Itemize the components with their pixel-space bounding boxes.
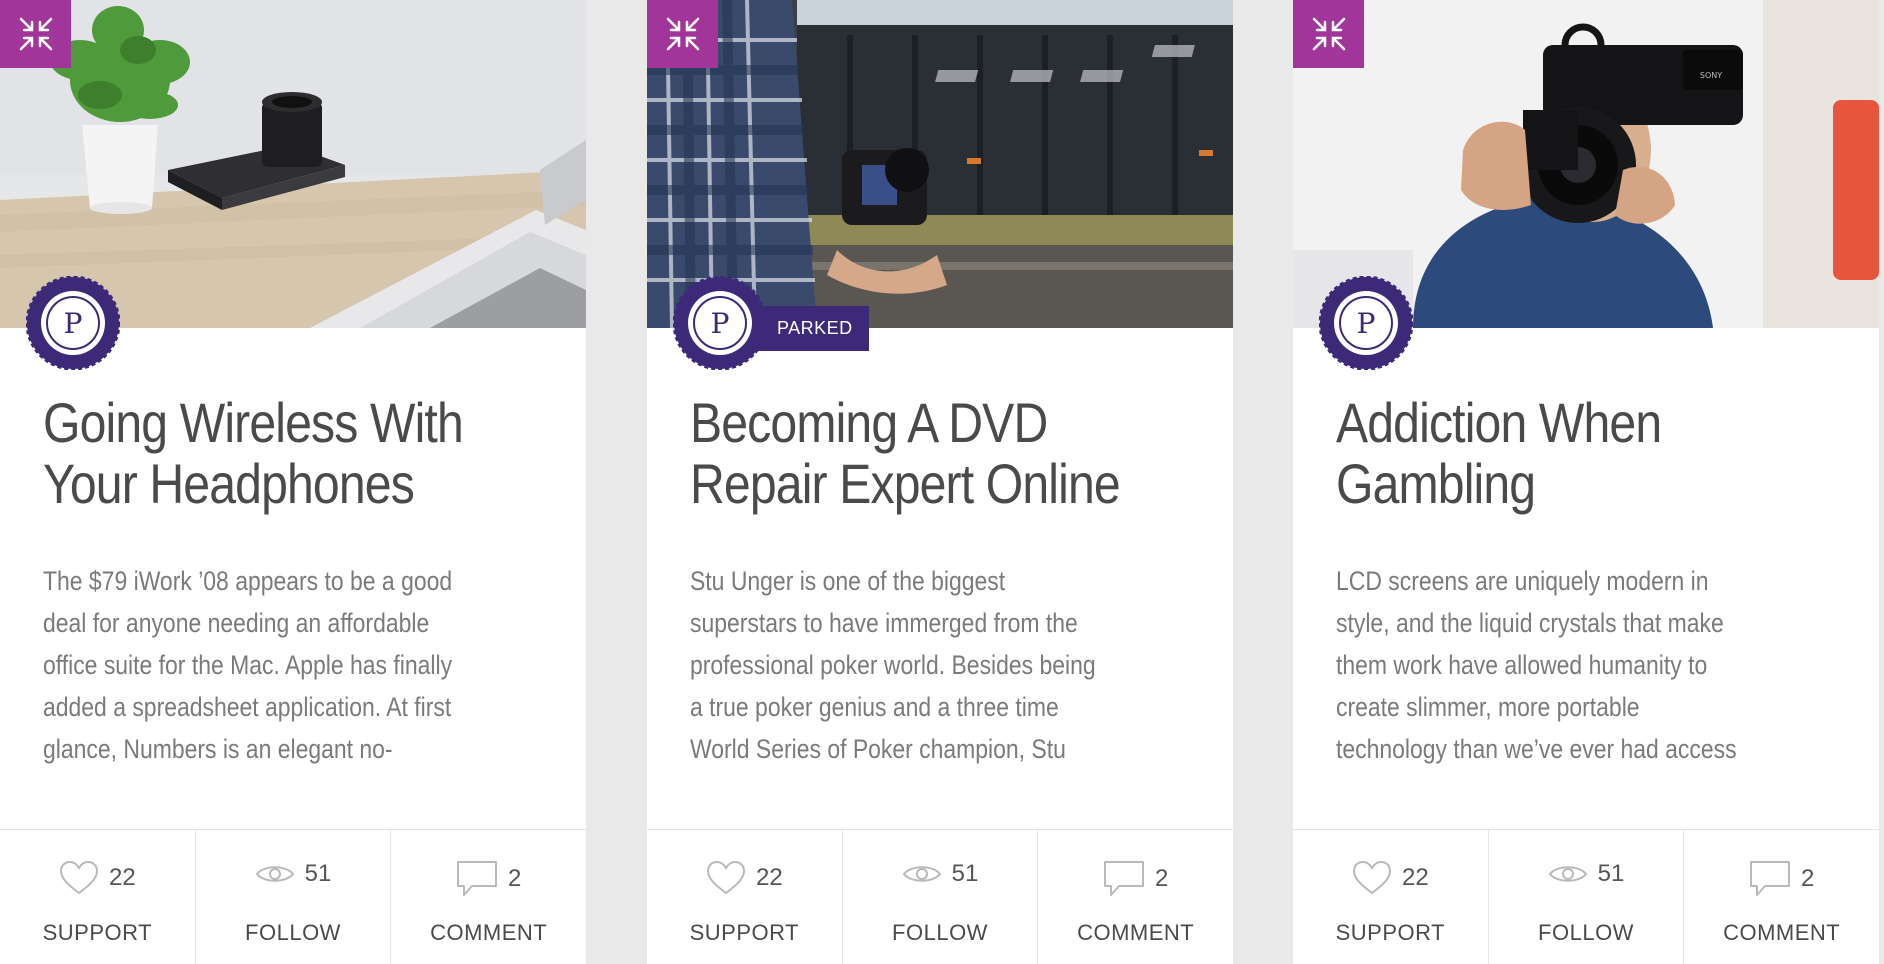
follow-button[interactable]: 51 FOLLOW [1487, 830, 1684, 964]
comment-count: 2 [508, 865, 522, 892]
post-actions: 22 SUPPORT 51 FOLLOW 2 COMMENT [1293, 829, 1879, 964]
support-count: 22 [755, 864, 783, 891]
post-title[interactable]: Addiction When Gambling [1336, 392, 1783, 514]
comment-label: COMMENT [430, 920, 548, 945]
collapse-button[interactable] [1293, 0, 1364, 68]
follow-button[interactable]: 51 FOLLOW [194, 830, 391, 964]
post-card: PARKED P Becoming A DVD Repair Expert On… [647, 0, 1233, 964]
collapse-icon [1312, 17, 1345, 51]
heart-icon [706, 860, 745, 895]
svg-text:P: P [64, 307, 83, 340]
seal-icon: P [1318, 275, 1414, 371]
svg-text:P: P [1357, 307, 1376, 340]
support-button[interactable]: 22 SUPPORT [0, 830, 195, 964]
seal-icon: P [25, 275, 121, 371]
follow-count: 51 [304, 860, 332, 887]
heart-icon [59, 860, 98, 895]
heart-icon [1352, 860, 1391, 895]
support-button[interactable]: 22 SUPPORT [647, 830, 842, 964]
collapse-button[interactable] [0, 0, 71, 68]
comment-label: COMMENT [1723, 920, 1841, 945]
comment-icon [1750, 861, 1790, 896]
comment-count: 2 [1155, 865, 1169, 892]
collapse-button[interactable] [647, 0, 718, 68]
follow-label: FOLLOW [245, 920, 341, 945]
post-actions: 22 SUPPORT 51 FOLLOW 2 COMMENT [647, 829, 1233, 964]
post-card: P Going Wireless With Your Headphones Th… [0, 0, 586, 964]
p-badge-icon[interactable]: P [25, 275, 121, 371]
comment-count: 2 [1801, 865, 1815, 892]
comment-icon [1104, 861, 1144, 896]
card-grid: P Going Wireless With Your Headphones Th… [0, 0, 1884, 964]
support-label: SUPPORT [689, 920, 800, 945]
post-excerpt: Stu Unger is one of the biggest supersta… [690, 566, 1096, 764]
eye-icon [1548, 866, 1587, 882]
follow-label: FOLLOW [1538, 920, 1634, 945]
follow-label: FOLLOW [892, 920, 988, 945]
status-badge: PARKED [757, 306, 869, 351]
collapse-icon [19, 17, 52, 51]
support-count: 22 [108, 864, 136, 891]
post-excerpt: The $79 iWork ’08 appears to be a good d… [43, 566, 453, 764]
p-badge-icon[interactable]: P [1318, 275, 1414, 371]
support-label: SUPPORT [42, 920, 153, 945]
post-excerpt: LCD screens are uniquely modern in style… [1336, 566, 1737, 764]
support-button[interactable]: 22 SUPPORT [1293, 830, 1488, 964]
post-title[interactable]: Going Wireless With Your Headphones [43, 392, 490, 514]
post-actions: 22 SUPPORT 51 FOLLOW 2 COMMENT [0, 829, 586, 964]
eye-icon [902, 866, 941, 882]
follow-button[interactable]: 51 FOLLOW [841, 830, 1038, 964]
p-badge-icon[interactable]: P [672, 275, 768, 371]
svg-text:SONY: SONY [1700, 71, 1722, 80]
collapse-icon [666, 17, 699, 51]
seal-icon: P [672, 275, 768, 371]
follow-count: 51 [1597, 860, 1625, 887]
comment-button[interactable]: 2 COMMENT [1683, 830, 1879, 964]
comment-icon [457, 861, 497, 896]
follow-count: 51 [951, 860, 979, 887]
post-card: SONY P Addiction When Gambling LCD scree… [1293, 0, 1879, 964]
support-label: SUPPORT [1335, 920, 1446, 945]
comment-button[interactable]: 2 COMMENT [390, 830, 586, 964]
eye-icon [255, 866, 294, 882]
comment-button[interactable]: 2 COMMENT [1037, 830, 1233, 964]
support-count: 22 [1401, 864, 1429, 891]
comment-label: COMMENT [1077, 920, 1195, 945]
post-title[interactable]: Becoming A DVD Repair Expert Online [690, 392, 1137, 514]
svg-text:P: P [711, 307, 730, 340]
